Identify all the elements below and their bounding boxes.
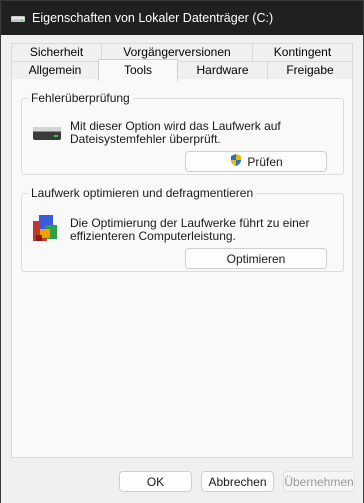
tab-hardware[interactable]: Hardware xyxy=(177,61,268,79)
optimize-line2: effizienteren Computerleistung. xyxy=(70,229,236,243)
optimize-button-label: Optimieren xyxy=(226,251,286,266)
optimize-line1: Die Optimierung der Laufwerke führt zu e… xyxy=(70,216,310,230)
tools-panel: Fehlerüberprüfung Mit dieser Option wird… xyxy=(11,78,353,458)
apply-button-label: Übernehmen xyxy=(284,474,354,489)
shield-icon xyxy=(229,153,243,170)
error-check-line2: Dateisystemfehler überprüft. xyxy=(70,132,221,146)
error-check-line1: Mit dieser Option wird das Laufwerk auf xyxy=(70,119,281,133)
tab-sicherheit[interactable]: Sicherheit xyxy=(11,43,102,61)
cancel-button[interactable]: Abbrechen xyxy=(201,471,274,492)
tab-row-top: Sicherheit Vorgängerversionen Kontingent xyxy=(11,43,353,61)
ok-button[interactable]: OK xyxy=(119,471,192,492)
defrag-icon xyxy=(30,211,62,246)
drive-title-icon xyxy=(10,11,26,25)
tab-freigabe[interactable]: Freigabe xyxy=(267,61,353,79)
drive-icon xyxy=(32,123,62,146)
button-bar: OK Abbrechen Übernehmen xyxy=(1,461,363,503)
tab-kontingent[interactable]: Kontingent xyxy=(252,43,353,61)
properties-window: Eigenschaften von Lokaler Datenträger (C… xyxy=(0,0,364,503)
tab-tools[interactable]: Tools xyxy=(98,59,178,81)
apply-button[interactable]: Übernehmen xyxy=(283,471,355,492)
error-check-title: Fehlerüberprüfung xyxy=(31,91,130,105)
check-button-label: Prüfen xyxy=(247,154,283,169)
optimize-title: Laufwerk optimieren und defragmentieren xyxy=(31,186,254,200)
check-button[interactable]: Prüfen xyxy=(185,151,327,172)
title-bar[interactable]: Eigenschaften von Lokaler Datenträger (C… xyxy=(1,1,363,35)
cancel-button-label: Abbrechen xyxy=(208,474,267,489)
optimize-button[interactable]: Optimieren xyxy=(185,248,327,269)
ok-button-label: OK xyxy=(146,474,165,489)
window-title: Eigenschaften von Lokaler Datenträger (C… xyxy=(32,11,274,25)
tab-row-bottom: Allgemein Tools Hardware Freigabe xyxy=(11,59,353,81)
tab-allgemein[interactable]: Allgemein xyxy=(11,61,99,79)
